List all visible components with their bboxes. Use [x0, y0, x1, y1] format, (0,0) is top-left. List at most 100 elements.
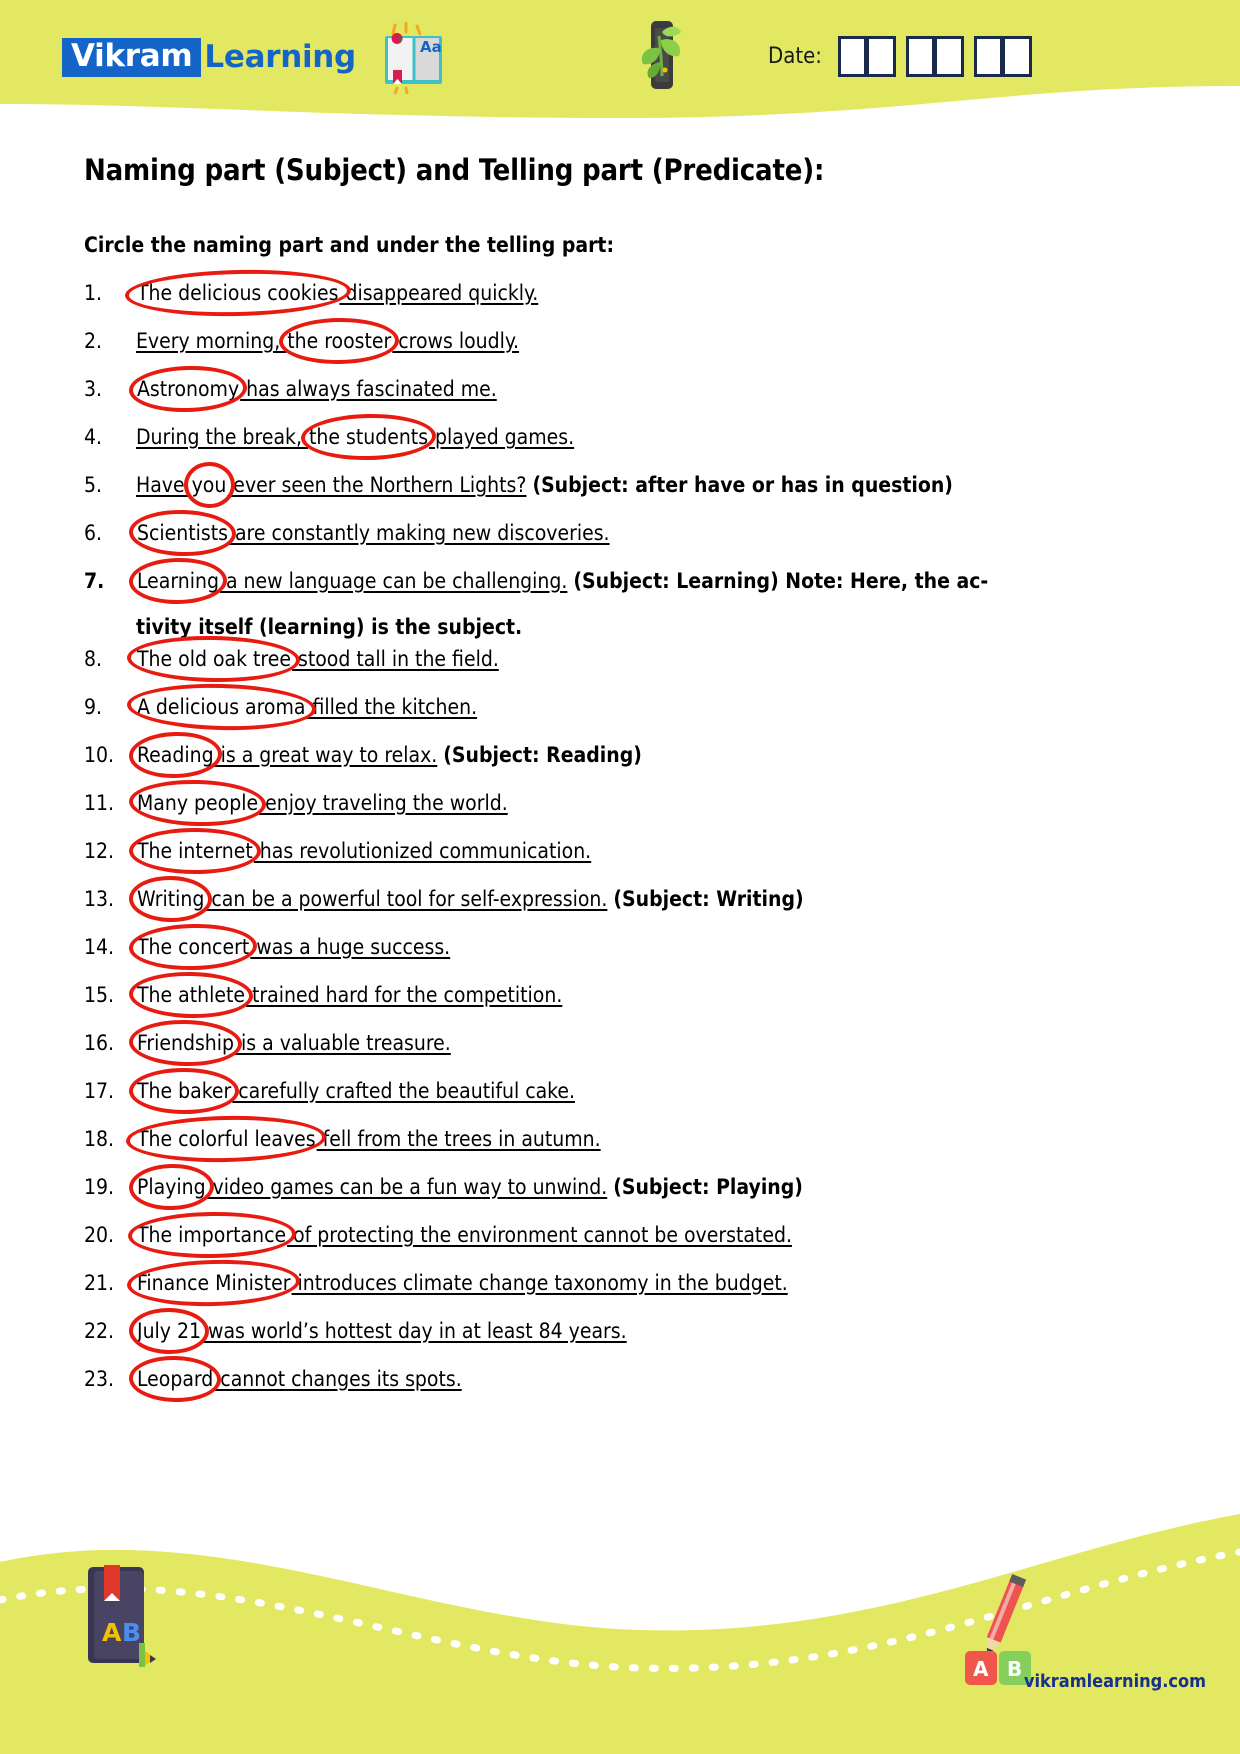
- underlined-predicate: was world’s hottest day in at least 84 y…: [202, 1319, 627, 1343]
- question-text: Leopard cannot changes its spots.: [136, 1363, 1240, 1395]
- question-item: 10. Reading is a great way to relax. (Sub…: [84, 739, 1240, 787]
- logo-badge-vikram: Vikram: [62, 38, 201, 77]
- date-box-group-mm[interactable]: [906, 36, 964, 77]
- question-text: Reading is a great way to relax. (Subjec…: [136, 739, 1240, 771]
- underlined-predicate: are constantly making new discoveries.: [229, 521, 610, 545]
- question-item: 8. The old oak tree stood tall in the fie…: [84, 643, 1240, 691]
- svg-text:B: B: [122, 1618, 141, 1647]
- question-number: 6.: [84, 517, 136, 549]
- question-item: 13. Writing can be a powerful tool for se…: [84, 883, 1240, 931]
- circled-subject: Leopard: [136, 1367, 214, 1391]
- answer-annotation: (Subject: after have or has in question): [532, 473, 952, 497]
- date-box-group-yy[interactable]: [974, 36, 1032, 77]
- annotation-continuation: tivity itself (learning) is the subject.: [136, 613, 1240, 643]
- underlined-predicate: is a valuable treasure.: [235, 1031, 451, 1055]
- date-box[interactable]: [974, 36, 1003, 77]
- brand-logo[interactable]: Vikram Learning: [62, 38, 356, 77]
- date-box[interactable]: [1003, 36, 1032, 77]
- underlined-predicate: has always fascinated me.: [240, 377, 497, 401]
- question-number: 10.: [84, 739, 136, 771]
- question-text: Learning a new language can be challengi…: [136, 565, 1240, 597]
- page-title: Naming part (Subject) and Telling part (…: [84, 153, 1240, 187]
- question-text: During the break, the students played ga…: [136, 421, 1240, 453]
- underlined-predicate: video games can be a fun way to unwind.: [207, 1175, 608, 1199]
- question-number: 17.: [84, 1075, 136, 1107]
- circled-subject: the students: [308, 425, 429, 449]
- page-footer: A B A B vikramlearning.com: [0, 1454, 1240, 1754]
- footer-website-link[interactable]: vikramlearning.com: [1024, 1671, 1206, 1692]
- svg-text:Aa: Aa: [420, 38, 442, 56]
- underlined-predicate: has revolutionized communication.: [254, 839, 591, 863]
- question-item: 12. The internet has revolutionized commu…: [84, 835, 1240, 883]
- circled-subject: July 21: [136, 1319, 202, 1343]
- answer-annotation: (Subject: Learning) Note: Here, the ac-: [573, 569, 988, 593]
- question-item: 17. The baker carefully crafted the beaut…: [84, 1075, 1240, 1123]
- question-text: Playing video games can be a fun way to …: [136, 1171, 1240, 1203]
- question-text: The importance of protecting the environ…: [136, 1219, 1240, 1251]
- question-item: 6. Scientists are constantly making new d…: [84, 517, 1240, 565]
- question-text: The athlete trained hard for the competi…: [136, 979, 1240, 1011]
- question-text: The concert was a huge success.: [136, 931, 1240, 963]
- question-item: 14. The concert was a huge success.: [84, 931, 1240, 979]
- question-item: 11. Many people enjoy traveling the world…: [84, 787, 1240, 835]
- question-text: July 21 was world’s hottest day in at le…: [136, 1315, 1240, 1347]
- question-text: A delicious aroma filled the kitchen.: [136, 691, 1240, 723]
- question-item: 5. Have you ever seen the Northern Lights…: [84, 469, 1240, 517]
- question-item: 15. The athlete trained hard for the comp…: [84, 979, 1240, 1027]
- instruction-text: Circle the naming part and under the tel…: [84, 233, 1240, 257]
- question-text: Finance Minister introduces climate chan…: [136, 1267, 1240, 1299]
- circled-subject: The importance: [136, 1223, 287, 1247]
- question-item: 1. The delicious cookies disappeared quic…: [84, 277, 1240, 325]
- circled-subject: Many people: [136, 791, 259, 815]
- date-field[interactable]: Date:: [768, 36, 1042, 77]
- circled-subject: you: [191, 473, 228, 497]
- date-box[interactable]: [867, 36, 896, 77]
- question-item: 4. During the break, the students played …: [84, 421, 1240, 469]
- underlined-predicate: of protecting the environment cannot be …: [287, 1223, 792, 1247]
- date-box[interactable]: [906, 36, 935, 77]
- question-text: Every morning, the rooster crows loudly.: [136, 325, 1240, 357]
- svg-text:B: B: [1007, 1657, 1022, 1681]
- circled-subject: The old oak tree: [136, 647, 292, 671]
- circled-subject: Learning: [136, 569, 220, 593]
- answer-annotation: (Subject: Playing): [613, 1175, 803, 1199]
- question-item: 3. Astronomy has always fascinated me.: [84, 373, 1240, 421]
- question-item: 7. Learning a new language can be challen…: [84, 565, 1240, 613]
- question-number: 12.: [84, 835, 136, 867]
- circled-subject: Friendship: [136, 1031, 235, 1055]
- circled-subject: the rooster: [286, 329, 392, 353]
- predicate-lead: Every morning,: [136, 329, 286, 353]
- underlined-predicate: stood tall in the field.: [292, 647, 499, 671]
- underlined-predicate: ever seen the Northern Lights?: [227, 473, 526, 497]
- question-item: 23. Leopard cannot changes its spots.: [84, 1363, 1240, 1411]
- answer-annotation: (Subject: Reading): [443, 743, 642, 767]
- question-number: 15.: [84, 979, 136, 1011]
- underlined-predicate: fell from the trees in autumn.: [317, 1127, 601, 1151]
- question-number: 13.: [84, 883, 136, 915]
- date-box-group-dd[interactable]: [838, 36, 896, 77]
- question-number: 1.: [84, 277, 136, 309]
- question-text: The colorful leaves fell from the trees …: [136, 1123, 1240, 1155]
- underlined-predicate: introduces climate change taxonomy in th…: [292, 1271, 788, 1295]
- circled-subject: The delicious cookies: [136, 281, 339, 305]
- book-ab-icon: A B: [82, 1563, 160, 1676]
- question-text: The internet has revolutionized communic…: [136, 835, 1240, 867]
- question-text: Writing can be a powerful tool for self-…: [136, 883, 1240, 915]
- question-text: The delicious cookies disappeared quickl…: [136, 277, 1240, 309]
- date-box[interactable]: [838, 36, 867, 77]
- question-item: 22. July 21 was world’s hottest day in at…: [84, 1315, 1240, 1363]
- plant-growth-icon: [625, 18, 699, 97]
- logo-word-learning: Learning: [204, 39, 356, 75]
- question-text: Astronomy has always fascinated me.: [136, 373, 1240, 405]
- question-number: 23.: [84, 1363, 136, 1395]
- circled-subject: Playing: [136, 1175, 207, 1199]
- circled-subject: The concert: [136, 935, 250, 959]
- circled-subject: The athlete: [136, 983, 246, 1007]
- question-text: Many people enjoy traveling the world.: [136, 787, 1240, 819]
- underlined-predicate: was a huge success.: [250, 935, 450, 959]
- open-book-icon: Aa: [373, 22, 453, 99]
- underlined-predicate: trained hard for the competition.: [246, 983, 562, 1007]
- underlined-predicate: disappeared quickly.: [339, 281, 538, 305]
- circled-subject: Finance Minister: [136, 1271, 292, 1295]
- date-box[interactable]: [935, 36, 964, 77]
